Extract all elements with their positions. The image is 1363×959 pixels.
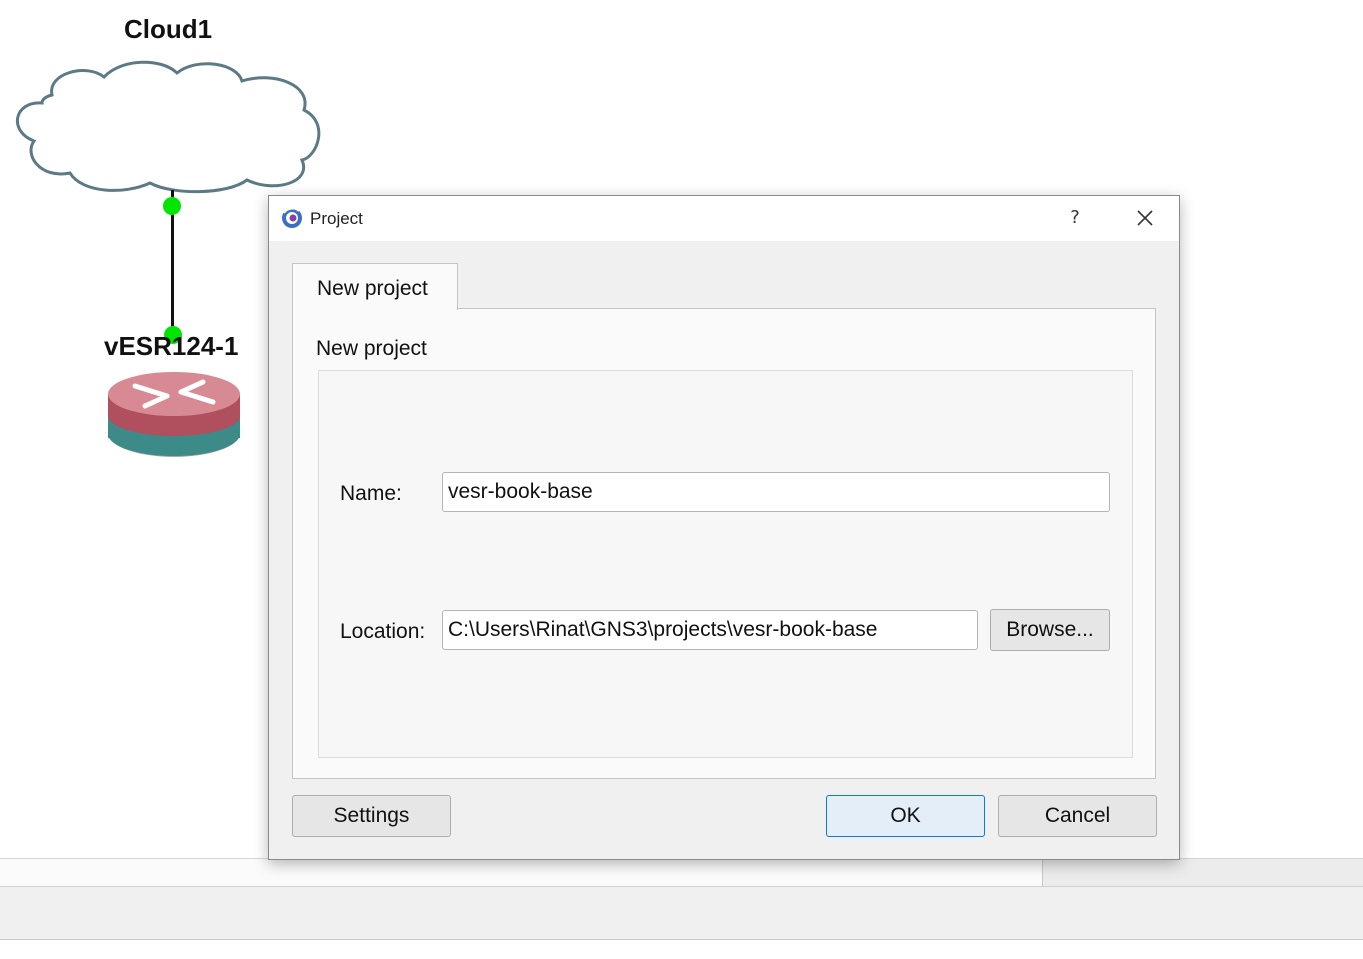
cloud-label: Cloud1	[124, 14, 213, 44]
close-icon[interactable]	[1125, 202, 1165, 234]
status-strip	[0, 858, 1363, 887]
group-box: Name: Location: Browse...	[318, 370, 1133, 758]
router-icon[interactable]	[105, 368, 243, 463]
cancel-button[interactable]: Cancel	[998, 795, 1157, 837]
project-dialog: Project ? New project New project Name: …	[268, 195, 1180, 860]
name-label: Name:	[340, 482, 402, 505]
location-input[interactable]	[442, 610, 978, 650]
name-input[interactable]	[442, 472, 1110, 512]
tab-pane: New project Name: Location: Browse...	[292, 308, 1156, 779]
ok-button[interactable]: OK	[826, 795, 985, 837]
settings-button[interactable]: Settings	[292, 795, 451, 837]
router-label: vESR124-1	[104, 331, 239, 361]
group-title: New project	[316, 337, 427, 360]
tab-label: New project	[317, 277, 428, 300]
browse-button[interactable]: Browse...	[990, 609, 1110, 651]
dialog-title: Project	[310, 209, 363, 228]
dialog-titlebar[interactable]: Project ?	[269, 196, 1179, 241]
status-strip-right	[1042, 859, 1363, 887]
gns3-icon	[282, 207, 302, 228]
location-label: Location:	[340, 620, 426, 643]
cloud-icon[interactable]	[12, 55, 327, 195]
tab-new-project[interactable]: New project	[292, 263, 458, 310]
console-panel	[0, 886, 1363, 940]
help-button[interactable]: ?	[1060, 202, 1090, 234]
port-indicator-cloud	[163, 197, 181, 215]
